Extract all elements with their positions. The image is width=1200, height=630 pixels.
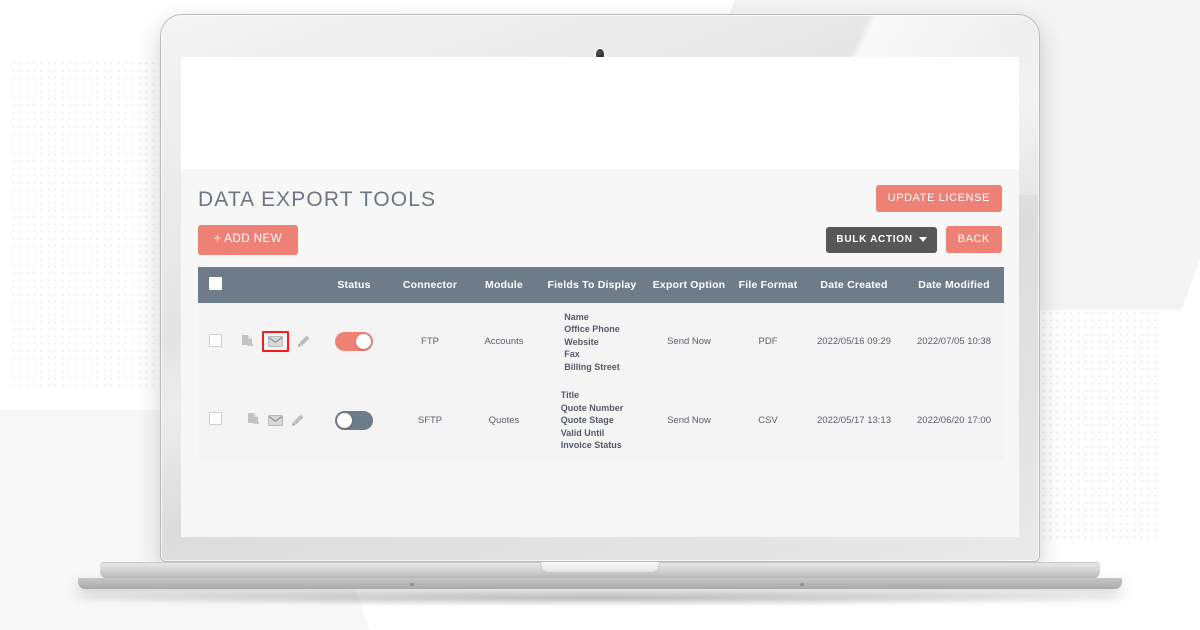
column-header-connector[interactable]: Connector (390, 266, 470, 303)
export-file-icon[interactable] (240, 334, 255, 349)
column-header-fields-to-display[interactable]: Fields To Display (538, 266, 646, 303)
export-file-icon[interactable] (246, 413, 261, 428)
connector-cell: FTP (390, 302, 470, 381)
field-item: Title (560, 390, 580, 400)
app-header: DATA EXPORT TOOLS UPDATE LICENSE (181, 169, 1019, 215)
table-header-row: Status Connector Module Fields To Displa… (198, 266, 1004, 303)
fields-to-display-cell: Name Office Phone Website Fax Billing Street (538, 302, 646, 381)
laptop-foot-dot-right (800, 583, 804, 586)
laptop-base-foot (78, 578, 1122, 589)
bulk-action-button[interactable]: BULK ACTION (826, 226, 937, 253)
laptop-screen: DATA EXPORT TOOLS UPDATE LICENSE + ADD N… (181, 57, 1019, 537)
field-item: Billing Street (564, 361, 620, 372)
laptop-base (60, 562, 1140, 606)
bulk-action-label: BULK ACTION (836, 233, 913, 245)
back-button[interactable]: BACK (945, 226, 1002, 254)
page-title: DATA EXPORT TOOLS (198, 188, 437, 211)
column-header-export-option[interactable]: Export Option (646, 266, 732, 303)
row-action-icons (234, 413, 316, 428)
laptop-lid: DATA EXPORT TOOLS UPDATE LICENSE + ADD N… (160, 14, 1040, 562)
toolbar-right-actions: BULK ACTION BACK (826, 226, 1002, 254)
toolbar: + ADD NEW BULK ACTION BACK (181, 215, 1019, 267)
column-header-module[interactable]: Module (470, 266, 538, 303)
field-item: Valid Until (560, 427, 605, 438)
field-item: Name (564, 311, 589, 322)
edit-pencil-icon[interactable] (296, 334, 311, 349)
date-created-cell: 2022/05/17 13:13 (804, 381, 904, 460)
connector-cell: SFTP (390, 381, 470, 460)
row-select-cell (198, 302, 232, 381)
background-dot-pattern-left (10, 60, 160, 390)
field-item: Website (564, 336, 599, 347)
email-icon[interactable] (261, 331, 289, 353)
laptop-mockup: DATA EXPORT TOOLS UPDATE LICENSE + ADD N… (60, 14, 1140, 606)
export-option-cell: Send Now (646, 381, 732, 460)
table-header: Status Connector Module Fields To Displa… (198, 266, 1004, 303)
fields-to-display-cell: Title Quote Number Quote Stage Valid Until I… (538, 381, 646, 460)
module-cell: Quotes (470, 381, 538, 460)
column-header-file-format[interactable]: File Format (732, 266, 804, 303)
fields-list: Name Office Phone Website Fax Billing Street (564, 311, 620, 374)
export-jobs-table: Status Connector Module Fields To Displa… (198, 266, 1004, 460)
actions-header (232, 266, 318, 303)
laptop-drop-shadow (60, 590, 1140, 606)
field-item: Quote Stage (560, 415, 614, 425)
column-header-status[interactable]: Status (318, 266, 390, 303)
status-toggle[interactable] (335, 410, 373, 430)
column-header-date-created[interactable]: Date Created (804, 266, 904, 303)
date-modified-cell: 2022/07/05 10:38 (904, 302, 1004, 381)
field-item: Office Phone (564, 324, 620, 334)
fields-list: Title Quote Number Quote Stage Valid Until I… (561, 389, 624, 452)
row-checkbox[interactable] (208, 412, 222, 426)
email-icon[interactable] (267, 413, 283, 428)
row-checkbox[interactable] (208, 333, 222, 347)
add-new-button[interactable]: + ADD NEW (198, 225, 299, 255)
field-item: Invoice Status (560, 440, 622, 450)
select-all-checkbox[interactable] (208, 276, 222, 290)
edit-pencil-icon[interactable] (290, 413, 305, 428)
laptop-foot-dot-left (410, 583, 414, 586)
table-body: FTP Accounts Name Office Phone Website Fax Bil… (198, 302, 1004, 460)
export-option-cell: Send Now (646, 302, 732, 381)
row-action-icons (234, 331, 316, 353)
table-row[interactable]: FTP Accounts Name Office Phone Website Fax Bil… (198, 302, 1004, 381)
row-select-cell (198, 381, 232, 460)
status-toggle[interactable] (335, 332, 373, 352)
field-item: Fax (564, 349, 580, 359)
app-content: DATA EXPORT TOOLS UPDATE LICENSE + ADD N… (181, 169, 1019, 537)
module-cell: Accounts (470, 302, 538, 381)
date-modified-cell: 2022/06/20 17:00 (904, 381, 1004, 460)
select-all-header (198, 266, 232, 303)
row-actions-cell (232, 381, 318, 460)
table-row[interactable]: SFTP Quotes Title Quote Number Quote Stage Va… (198, 381, 1004, 460)
chevron-down-icon (918, 237, 927, 243)
status-cell (318, 302, 390, 381)
update-license-button[interactable]: UPDATE LICENSE (875, 185, 1002, 212)
app-top-blank-area (181, 57, 1019, 169)
laptop-base-notch (540, 562, 660, 573)
file-format-cell: CSV (732, 381, 804, 460)
status-toggle-knob (356, 334, 371, 350)
table-container: Status Connector Module Fields To Displa… (181, 266, 1019, 460)
row-actions-cell (232, 302, 318, 381)
date-created-cell: 2022/05/16 09:29 (804, 302, 904, 381)
file-format-cell: PDF (732, 302, 804, 381)
status-cell (318, 381, 390, 460)
status-toggle-knob (337, 412, 352, 428)
column-header-date-modified[interactable]: Date Modified (904, 266, 1004, 303)
field-item: Quote Number (560, 402, 624, 413)
